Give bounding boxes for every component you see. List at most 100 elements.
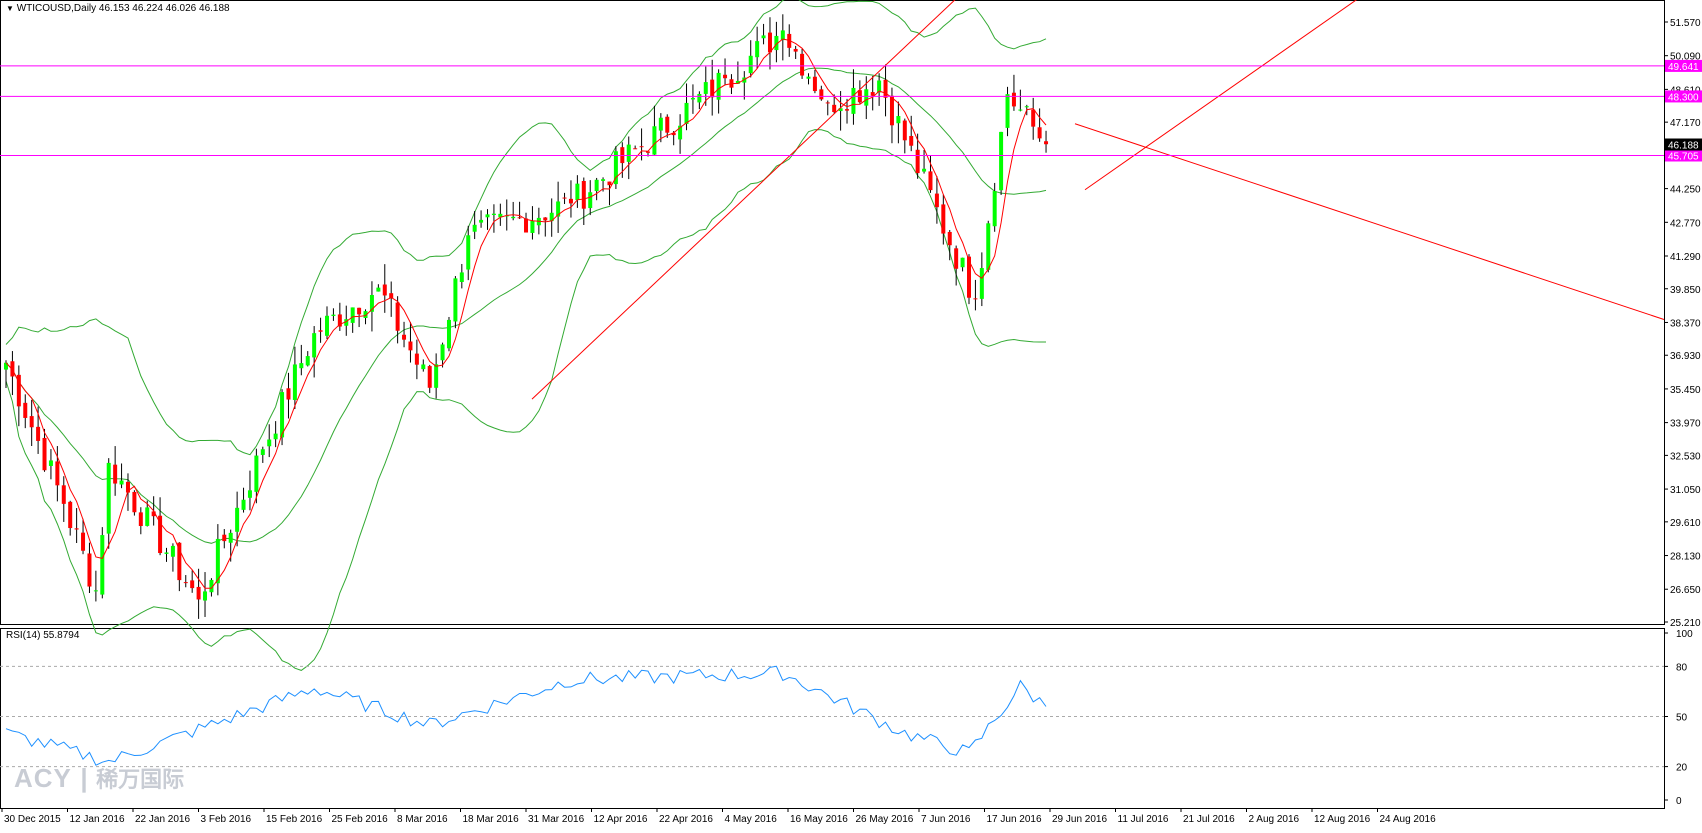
downtrend-line xyxy=(1074,123,1665,320)
candle-body xyxy=(511,216,516,219)
candle-body xyxy=(941,204,946,234)
candle-body xyxy=(723,74,728,79)
date-tick-label: 2 Aug 2016 xyxy=(1249,814,1300,825)
candle-body xyxy=(479,219,484,223)
rsi-pane-frame xyxy=(0,628,1665,809)
date-tick-label: 4 May 2016 xyxy=(725,814,778,825)
level-label: 49.641 xyxy=(1668,62,1699,73)
rsi-tick-label: 50 xyxy=(1676,713,1688,724)
candle-body xyxy=(568,198,573,204)
candle-body xyxy=(357,307,362,315)
candle-body xyxy=(203,591,208,601)
candle-body xyxy=(800,53,805,76)
price-tick-label: 33.970 xyxy=(1670,419,1701,430)
date-tick-label: 8 Mar 2016 xyxy=(397,814,448,825)
price-tick-label: 35.450 xyxy=(1670,385,1701,396)
candle-body xyxy=(812,76,817,92)
watermark-cn: 稀万国际 xyxy=(96,767,185,792)
rsi-tick-label: 100 xyxy=(1676,629,1693,640)
candle-body xyxy=(42,437,47,471)
candle-body xyxy=(48,460,53,466)
candle-body xyxy=(459,272,464,282)
candle-body xyxy=(280,392,285,438)
candle-body xyxy=(183,582,188,584)
candle-body xyxy=(119,480,124,485)
candle-body xyxy=(228,532,233,543)
candle-body xyxy=(434,364,439,388)
candle-body xyxy=(446,319,451,349)
watermark-logo: ACY | 稀万国际 xyxy=(14,762,184,794)
date-tick-label: 12 Aug 2016 xyxy=(1314,814,1371,825)
date-tick-label: 29 Jun 2016 xyxy=(1052,814,1107,825)
candle-body xyxy=(883,79,888,98)
price-tick-label: 26.650 xyxy=(1670,585,1701,596)
candle-body xyxy=(408,341,413,351)
candle-body xyxy=(819,89,824,100)
date-tick-label: 21 Jul 2016 xyxy=(1183,814,1235,825)
candle-body xyxy=(1044,141,1049,145)
price-tick-label: 41.290 xyxy=(1670,252,1701,263)
candle-body xyxy=(845,109,850,111)
candle-body xyxy=(864,89,869,106)
candle-body xyxy=(100,535,105,595)
rsi-label: RSI(14) 55.8794 xyxy=(6,630,80,641)
collapse-arrow-icon[interactable]: ▼ xyxy=(6,4,14,13)
candle-body xyxy=(684,102,689,124)
candle-body xyxy=(575,183,580,201)
candle-body xyxy=(755,41,760,58)
chart-svg: 51.57050.09048.61047.17045.69044.25042.7… xyxy=(0,0,1702,825)
candle-body xyxy=(29,416,34,428)
current-price-label: 46.188 xyxy=(1668,141,1699,152)
price-tick-label: 47.170 xyxy=(1670,118,1701,129)
candle-body xyxy=(61,485,66,504)
candle-body xyxy=(254,455,259,492)
candle-body xyxy=(767,32,772,53)
level-label: 48.300 xyxy=(1668,92,1699,103)
candle-body xyxy=(594,179,599,192)
candle-body xyxy=(793,48,798,52)
date-tick-label: 11 Jul 2016 xyxy=(1118,814,1169,825)
candle-body xyxy=(915,149,920,174)
date-tick-label: 26 May 2016 xyxy=(856,814,914,825)
candle-body xyxy=(1005,94,1010,128)
date-tick-label: 7 Jun 2016 xyxy=(921,814,971,825)
candle-body xyxy=(164,552,169,554)
date-tick-label: 17 Jun 2016 xyxy=(987,814,1042,825)
candle-body xyxy=(806,76,811,79)
candle-body xyxy=(703,82,708,94)
candle-body xyxy=(748,55,753,74)
candle-body xyxy=(581,181,586,209)
candle-body xyxy=(267,439,272,447)
candle-body xyxy=(825,102,830,104)
price-tick-label: 51.570 xyxy=(1670,18,1701,29)
candle-body xyxy=(1031,109,1036,127)
candle-body xyxy=(36,426,41,441)
candle-body xyxy=(402,334,407,340)
candle-body xyxy=(889,95,894,126)
candle-body xyxy=(87,553,92,587)
price-tick-label: 25.210 xyxy=(1670,618,1701,629)
candle-body xyxy=(325,315,329,336)
candle-body xyxy=(427,366,432,388)
candle-body xyxy=(524,218,529,233)
candle-body xyxy=(74,528,79,530)
candle-body xyxy=(607,181,612,186)
candle-body xyxy=(1037,127,1042,139)
rsi-tick-label: 0 xyxy=(1676,796,1682,807)
price-tick-label: 28.130 xyxy=(1670,552,1701,563)
candle-body xyxy=(633,148,638,150)
candle-body xyxy=(241,499,246,510)
candle-body xyxy=(928,171,933,191)
candle-body xyxy=(992,191,997,227)
chart-container: 51.57050.09048.61047.17045.69044.25042.7… xyxy=(0,0,1702,828)
candle-body xyxy=(222,534,227,542)
candle-body xyxy=(177,542,182,581)
candle-body xyxy=(485,214,490,218)
candle-body xyxy=(896,116,901,124)
date-tick-label: 22 Apr 2016 xyxy=(659,814,713,825)
candle-body xyxy=(716,72,721,100)
rsi-header: RSI(14) 55.8794 xyxy=(6,630,79,641)
rsi-tick-label: 80 xyxy=(1676,662,1688,673)
candle-body xyxy=(260,449,265,455)
candle-body xyxy=(312,333,317,358)
